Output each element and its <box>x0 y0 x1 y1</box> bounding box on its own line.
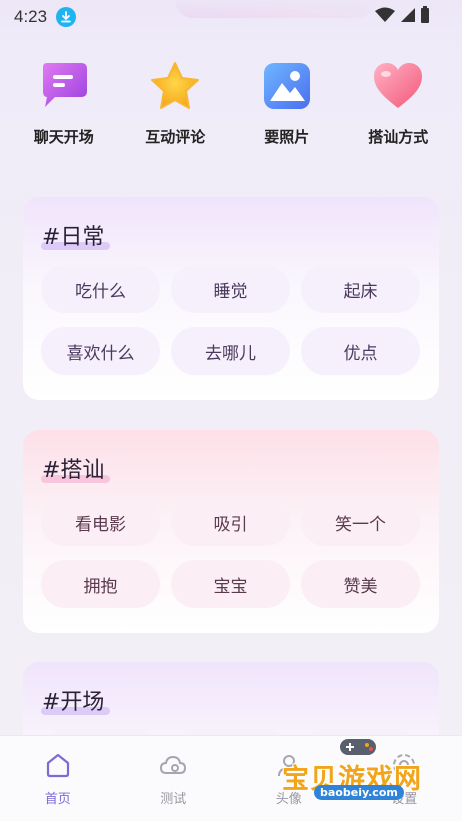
cloud-icon <box>158 750 188 780</box>
nav-label: 设置 <box>391 792 418 807</box>
settings-icon <box>389 750 419 780</box>
topic-tag[interactable]: 拥抱 <box>41 560 160 608</box>
battery-icon <box>421 6 429 23</box>
status-bar: 4:23 <box>0 0 462 34</box>
topic-tag[interactable]: 吸引 <box>171 498 290 546</box>
nav-avatar[interactable]: 头像 <box>244 750 334 807</box>
chat-bubble-icon <box>36 58 92 114</box>
topic-card-pickup: #搭讪 看电影 吸引 笑一个 拥抱 宝宝 赞美 <box>23 430 439 633</box>
photo-icon <box>259 58 315 114</box>
nav-label: 测试 <box>160 792 187 807</box>
topic-tag[interactable]: 优点 <box>301 327 420 375</box>
feature-label: 搭讪方式 <box>368 128 429 146</box>
download-icon <box>56 7 77 27</box>
card-title: #开场 <box>41 684 111 716</box>
feature-label: 要照片 <box>264 128 310 146</box>
feature-label: 互动评论 <box>145 128 206 146</box>
tag-grid: 吃什么 睡觉 起床 喜欢什么 去哪儿 优点 <box>41 265 421 375</box>
avatar-icon <box>274 750 304 780</box>
feature-pickup[interactable]: 搭讪方式 <box>348 58 448 158</box>
topic-tag[interactable]: 宝宝 <box>171 560 290 608</box>
card-title: #日常 <box>41 219 111 251</box>
nav-settings[interactable]: 设置 <box>359 750 449 807</box>
nav-test[interactable]: 测试 <box>128 750 218 807</box>
home-icon <box>43 750 73 780</box>
feature-comment[interactable]: 互动评论 <box>125 58 225 158</box>
tag-grid: 看电影 吸引 笑一个 拥抱 宝宝 赞美 <box>41 498 421 608</box>
topic-tag[interactable]: 去哪儿 <box>171 327 290 375</box>
topic-card-daily: #日常 吃什么 睡觉 起床 喜欢什么 去哪儿 优点 <box>23 197 439 400</box>
feature-row: 聊天开场 互动评论 要照片 搭讪方式 <box>0 58 462 158</box>
nav-label: 首页 <box>44 792 71 807</box>
heart-icon <box>370 58 426 114</box>
feature-chat-opener[interactable]: 聊天开场 <box>14 58 114 158</box>
topic-tag[interactable]: 吃什么 <box>41 265 160 313</box>
feature-photo[interactable]: 要照片 <box>237 58 337 158</box>
star-icon <box>147 58 203 114</box>
status-icons <box>374 6 430 24</box>
topic-tag[interactable]: 赞美 <box>301 560 420 608</box>
bottom-nav: 首页 测试 头像 设置 <box>0 735 462 821</box>
feature-label: 聊天开场 <box>33 128 94 146</box>
topic-tag[interactable]: 笑一个 <box>301 498 420 546</box>
topic-tag[interactable]: 起床 <box>301 265 420 313</box>
card-title: #搭讪 <box>41 452 111 484</box>
topic-tag[interactable]: 睡觉 <box>171 265 290 313</box>
signal-icon <box>401 8 415 22</box>
wifi-icon <box>375 7 395 22</box>
topic-tag[interactable]: 喜欢什么 <box>41 327 160 375</box>
nav-label: 头像 <box>275 792 302 807</box>
status-time: 4:23 <box>14 7 48 26</box>
topic-tag[interactable]: 看电影 <box>41 498 160 546</box>
nav-home[interactable]: 首页 <box>13 750 103 807</box>
